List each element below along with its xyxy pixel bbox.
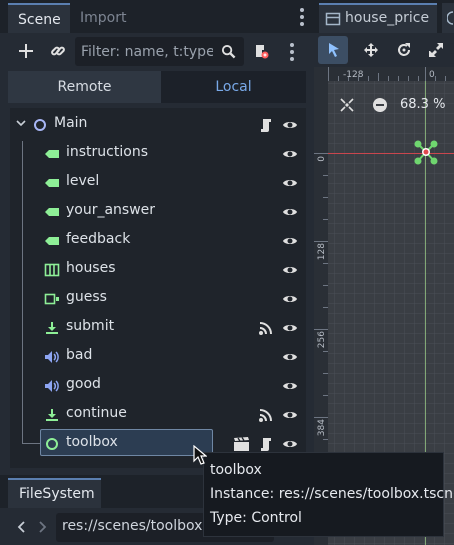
tree-row-label: guess (66, 289, 107, 305)
attach-script-button[interactable] (248, 38, 274, 64)
script-icon[interactable] (258, 117, 274, 133)
visibility-eye-icon[interactable] (282, 407, 298, 423)
label-icon (45, 150, 59, 158)
scene-tabs-menu-icon[interactable] (295, 5, 309, 29)
tree-row-bad[interactable]: bad (10, 342, 306, 371)
tree-row-guess[interactable]: guess (10, 284, 306, 313)
tooltip-title: toolbox (210, 462, 262, 478)
script-icon[interactable] (258, 436, 274, 452)
audio-player-icon (45, 380, 59, 392)
audio-player-icon (45, 351, 59, 363)
visibility-eye-icon[interactable] (282, 117, 298, 133)
tree-row-label: your_answer (66, 202, 156, 218)
tree-row-submit[interactable]: submit (10, 313, 306, 342)
editor-tab-label: house_price (345, 10, 430, 26)
visibility-eye-icon[interactable] (282, 291, 298, 307)
tree-row-main[interactable]: Main (10, 110, 306, 139)
hbox-container-icon (44, 263, 60, 277)
visibility-eye-icon[interactable] (282, 204, 298, 220)
visibility-eye-icon[interactable] (282, 233, 298, 249)
next-tab-edge[interactable] (442, 3, 454, 33)
tree-row-label: bad (66, 347, 93, 363)
tree-row-continue[interactable]: continue (10, 400, 306, 429)
signal-icon[interactable] (258, 320, 274, 336)
tree-row-label: submit (66, 318, 115, 334)
button-icon (46, 322, 58, 334)
tree-row-label: good (66, 376, 101, 392)
instance-scene-button[interactable] (45, 38, 71, 64)
zoom-out-icon[interactable] (372, 97, 388, 113)
mouse-cursor-icon (193, 445, 207, 465)
local-toggle-button[interactable]: Local (161, 71, 306, 103)
node-circle-icon (34, 119, 46, 131)
visibility-eye-icon[interactable] (282, 262, 298, 278)
button-icon (46, 409, 58, 421)
tree-row-label: instructions (66, 144, 148, 160)
ruler-label-0: 0 (429, 70, 435, 80)
label-icon (45, 179, 59, 187)
line-edit-icon (44, 293, 59, 305)
tree-row-feedback[interactable]: feedback (10, 226, 306, 255)
visibility-eye-icon[interactable] (282, 146, 298, 162)
visibility-eye-icon[interactable] (282, 378, 298, 394)
label-icon (45, 208, 59, 216)
zoom-level-label[interactable]: 68.3 % (400, 97, 445, 112)
tree-row-label: Main (54, 115, 88, 131)
ruler-label-v128: 128 (317, 243, 327, 260)
tree-row-instructions[interactable]: instructions (10, 139, 306, 168)
center-view-icon[interactable] (339, 97, 355, 113)
ruler-label-v256: 256 (317, 331, 327, 348)
tree-row-label: continue (66, 405, 127, 421)
tree-row-label: toolbox (66, 434, 118, 450)
node-tooltip: toolbox Instance: res://scenes/toolbox.t… (203, 452, 453, 537)
tooltip-type: Type: Control (210, 510, 302, 526)
tree-row-houses[interactable]: houses (10, 255, 306, 284)
tab-scene[interactable]: Scene (8, 3, 70, 33)
visibility-eye-icon[interactable] (282, 320, 298, 336)
ruler-label-v0: 0 (317, 156, 327, 162)
clapperboard-icon[interactable] (233, 436, 250, 452)
tab-import[interactable]: Import (70, 3, 140, 33)
add-node-button[interactable] (13, 38, 39, 64)
search-icon (221, 44, 236, 59)
move-mode-icon[interactable] (363, 42, 379, 58)
scene-filter-field[interactable] (75, 37, 244, 66)
tooltip-instance: Instance: res://scenes/toolbox.tscn (210, 486, 453, 502)
control-circle-icon (46, 438, 58, 450)
tab-house-price[interactable]: house_price (319, 3, 437, 33)
scene-tab-icon (447, 11, 454, 25)
label-icon (45, 237, 59, 245)
tree-row-label: houses (66, 260, 116, 276)
scene-filter-input[interactable] (81, 42, 213, 61)
select-mode-button[interactable] (318, 36, 348, 64)
ruler-label-v384: 384 (317, 419, 327, 436)
scene-options-menu-icon[interactable] (285, 40, 299, 64)
remote-toggle-button[interactable]: Remote (8, 71, 161, 103)
editor-toolbar (314, 33, 454, 67)
scale-mode-icon[interactable] (428, 42, 444, 58)
visibility-eye-icon[interactable] (282, 175, 298, 191)
tree-row-level[interactable]: level (10, 168, 306, 197)
ruler-label-neg128: -128 (343, 70, 364, 80)
cursor-arrow-icon (329, 43, 339, 57)
rotate-mode-icon[interactable] (396, 42, 412, 58)
scene-tree: Main instructions level your_answer feed… (10, 108, 306, 468)
signal-icon[interactable] (258, 407, 274, 423)
tree-row-label: feedback (66, 231, 131, 247)
plus-icon (19, 44, 33, 58)
script-add-icon (256, 45, 269, 59)
visibility-eye-icon[interactable] (282, 436, 298, 452)
tree-row-label: level (66, 173, 100, 189)
tree-row-good[interactable]: good (10, 371, 306, 400)
scene-tab-icon (325, 12, 341, 26)
tree-row-your-answer[interactable]: your_answer (10, 197, 306, 226)
tab-filesystem[interactable]: FileSystem (8, 478, 101, 508)
visibility-eye-icon[interactable] (282, 349, 298, 365)
back-arrow-icon[interactable] (17, 520, 27, 534)
collapse-arrow-icon[interactable] (16, 120, 26, 128)
forward-arrow-icon[interactable] (37, 520, 47, 534)
chain-link-icon (51, 46, 65, 56)
